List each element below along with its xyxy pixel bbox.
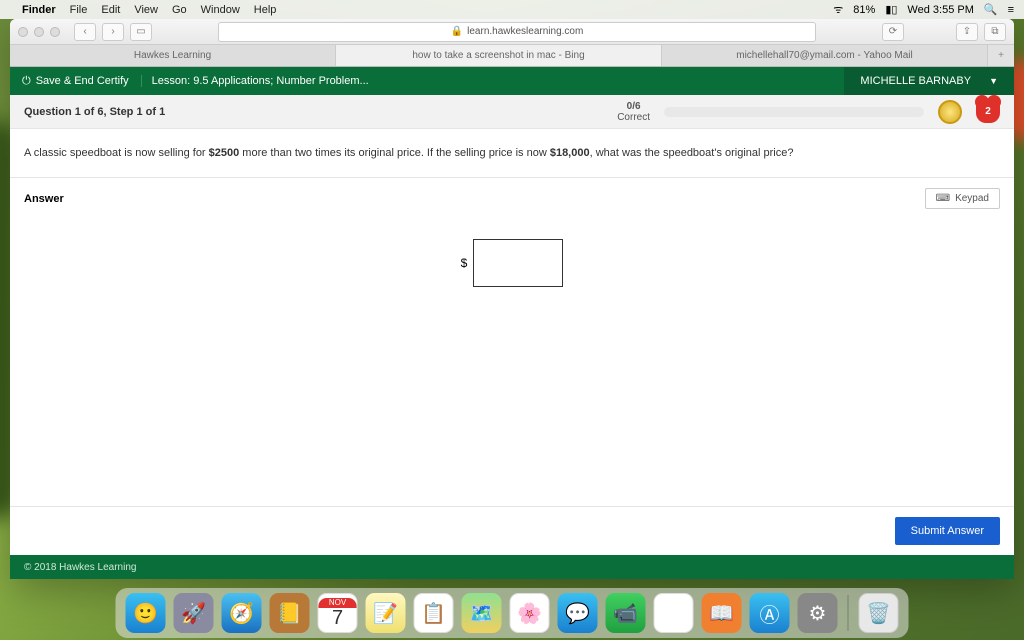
dock-sysprefs[interactable]: ⚙	[798, 593, 838, 633]
url-text: learn.hawkeslearning.com	[467, 26, 583, 37]
question-card: Question 1 of 6, Step 1 of 1 0/6 Correct…	[10, 95, 1014, 555]
menu-window[interactable]: Window	[201, 4, 240, 16]
tab-hawkes[interactable]: Hawkes Learning	[10, 45, 336, 66]
submit-answer-button[interactable]: Submit Answer	[895, 517, 1000, 545]
tabs-button[interactable]: ⧉	[984, 23, 1006, 41]
caret-down-icon: ▼	[989, 76, 998, 86]
clock[interactable]: Wed 3:55 PM	[907, 4, 973, 16]
question-text: A classic speedboat is now selling for $…	[10, 129, 1014, 178]
user-menu[interactable]: MICHELLE BARNABY ▼	[844, 67, 1014, 95]
dock-itunes[interactable]: ♪	[654, 593, 694, 633]
heart-lives: 2	[976, 101, 1000, 123]
currency-symbol: $	[461, 256, 468, 270]
dock-trash[interactable]: 🗑️	[859, 593, 899, 633]
score-display: 0/6 Correct	[617, 101, 650, 123]
user-name: MICHELLE BARNABY	[860, 75, 971, 87]
dock-separator	[848, 595, 849, 631]
question-header: Question 1 of 6, Step 1 of 1 0/6 Correct…	[10, 95, 1014, 129]
answer-header: Answer ⌨ Keypad	[10, 178, 1014, 219]
menubar-app[interactable]: Finder	[22, 4, 56, 16]
dock-reminders[interactable]: 📋	[414, 593, 454, 633]
forward-button[interactable]: ›	[102, 23, 124, 41]
tab-yahoo[interactable]: michellehall70@ymail.com - Yahoo Mail	[662, 45, 988, 66]
dock-safari[interactable]: 🧭	[222, 593, 262, 633]
new-tab-button[interactable]: +	[988, 45, 1014, 66]
keypad-icon: ⌨	[936, 193, 950, 204]
dock-facetime[interactable]: 📹	[606, 593, 646, 633]
progress-bar	[664, 107, 924, 117]
page-content: ⏻ Save & End Certify Lesson: 9.5 Applica…	[10, 67, 1014, 579]
wifi-icon[interactable]: ᯤ	[833, 2, 843, 17]
power-icon: ⏻	[22, 75, 31, 88]
safari-toolbar: ‹ › ▭ 🔒 learn.hawkeslearning.com ⟳ ⇪ ⧉	[10, 19, 1014, 45]
menu-view[interactable]: View	[134, 4, 158, 16]
tab-bing[interactable]: how to take a screenshot in mac - Bing	[336, 45, 662, 66]
dock-maps[interactable]: 🗺️	[462, 593, 502, 633]
dock-notes[interactable]: 📝	[366, 593, 406, 633]
answer-input[interactable]	[473, 239, 563, 287]
share-button[interactable]: ⇪	[956, 23, 978, 41]
menu-edit[interactable]: Edit	[101, 4, 120, 16]
app-topbar: ⏻ Save & End Certify Lesson: 9.5 Applica…	[10, 67, 1014, 95]
back-button[interactable]: ‹	[74, 23, 96, 41]
lock-icon: 🔒	[451, 26, 463, 37]
url-bar[interactable]: 🔒 learn.hawkeslearning.com	[218, 22, 816, 42]
spotlight-icon[interactable]: 🔍	[984, 3, 998, 16]
answer-area: $	[10, 219, 1014, 506]
dock-contacts[interactable]: 📒	[270, 593, 310, 633]
medal-icon	[938, 100, 962, 124]
menu-icon[interactable]: ≡	[1008, 4, 1014, 16]
page-footer: © 2018 Hawkes Learning	[10, 555, 1014, 579]
sidebar-button[interactable]: ▭	[130, 23, 152, 41]
dock-ibooks[interactable]: 📖	[702, 593, 742, 633]
lesson-title: Lesson: 9.5 Applications; Number Problem…	[141, 75, 379, 87]
dock-appstore[interactable]: Ⓐ	[750, 593, 790, 633]
menu-go[interactable]: Go	[172, 4, 187, 16]
keypad-button[interactable]: ⌨ Keypad	[925, 188, 1000, 209]
answer-label: Answer	[24, 193, 64, 205]
question-title: Question 1 of 6, Step 1 of 1	[24, 106, 165, 118]
submit-row: Submit Answer	[10, 506, 1014, 555]
dock-finder[interactable]: 🙂	[126, 593, 166, 633]
safari-window: ‹ › ▭ 🔒 learn.hawkeslearning.com ⟳ ⇪ ⧉ H…	[10, 19, 1014, 579]
window-controls[interactable]	[18, 27, 60, 37]
menu-help[interactable]: Help	[254, 4, 277, 16]
menu-file[interactable]: File	[70, 4, 88, 16]
mac-menubar: Finder File Edit View Go Window Help ᯤ 8…	[0, 0, 1024, 19]
dock-messages[interactable]: 💬	[558, 593, 598, 633]
battery-pct: 81%	[853, 4, 875, 16]
save-end-certify[interactable]: ⏻ Save & End Certify	[10, 75, 141, 88]
safari-tabs: Hawkes Learning how to take a screenshot…	[10, 45, 1014, 67]
dock-photos[interactable]: 🌸	[510, 593, 550, 633]
mac-dock: 🙂 🚀 🧭 📒 NOV 7 📝 📋 🗺️ 🌸 💬 📹 ♪ 📖 Ⓐ ⚙ 🗑️	[116, 588, 909, 638]
battery-icon: ▮▯	[885, 3, 897, 16]
dock-calendar[interactable]: NOV 7	[318, 593, 358, 633]
dock-launchpad[interactable]: 🚀	[174, 593, 214, 633]
reload-button[interactable]: ⟳	[882, 23, 904, 41]
